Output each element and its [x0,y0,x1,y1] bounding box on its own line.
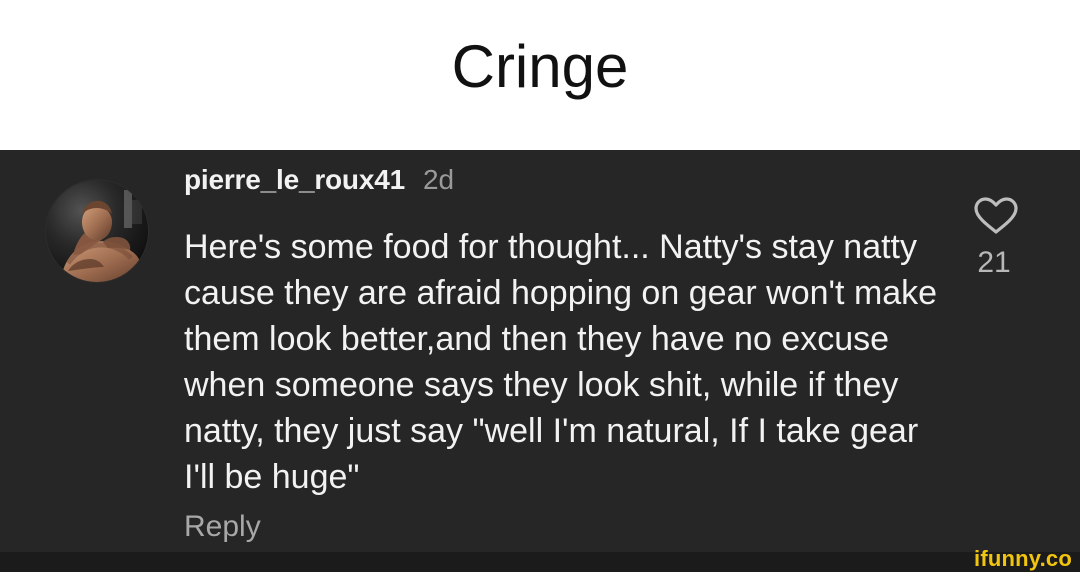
reply-button[interactable]: Reply [184,512,261,542]
heart-outline-icon [974,197,1018,234]
comment-body: Here's some food for thought... Natty's … [184,228,938,496]
caption-title: Cringe [451,33,629,100]
comment-timestamp: 2d [422,164,455,195]
user-avatar[interactable] [46,180,148,282]
like-button[interactable] [970,192,1022,240]
ifunny-watermark: ifunny.co [974,546,1072,571]
comment-header: pierre_le_roux41 2d [184,164,454,202]
caption-area: Cringe [0,0,1080,150]
avatar-image [46,180,148,282]
username-link[interactable]: pierre_le_roux41 [184,164,405,196]
like-count: 21 [977,246,1011,279]
footer-bar [0,552,1080,572]
